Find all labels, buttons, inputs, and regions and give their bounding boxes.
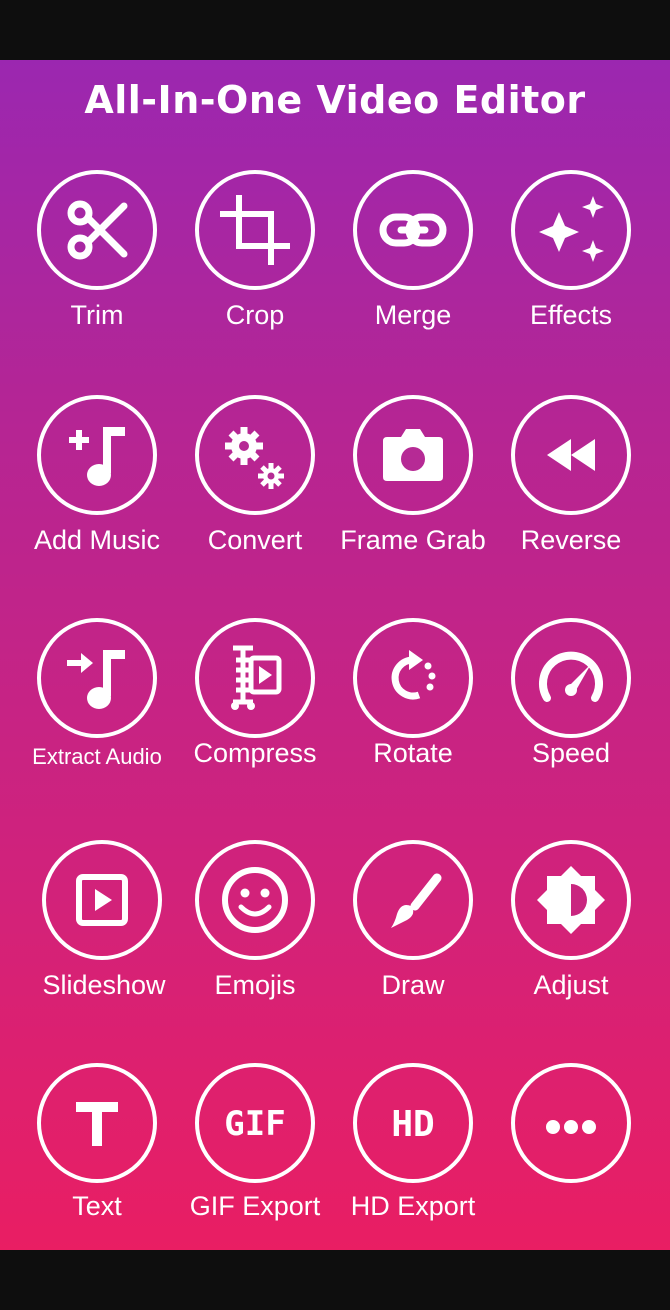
- tool-speed[interactable]: Speed: [494, 618, 654, 808]
- gears-icon: [195, 395, 315, 515]
- tool-compress[interactable]: Compress: [178, 618, 338, 808]
- tool-add-music[interactable]: Add Music: [20, 395, 180, 585]
- tool-label: Text: [72, 1191, 122, 1221]
- tool-label: Trim: [70, 300, 124, 330]
- tool-draw[interactable]: Draw: [336, 840, 496, 1030]
- tool-hd-export[interactable]: HD HD Export: [336, 1063, 496, 1253]
- gif-icon: GIF: [195, 1063, 315, 1183]
- tool-label: Frame Grab: [340, 525, 486, 555]
- speedometer-icon: [511, 618, 631, 738]
- tool-label: Effects: [529, 300, 613, 330]
- tool-label: Convert: [207, 525, 303, 555]
- tool-label: Emojis: [214, 970, 296, 1000]
- smiley-icon: [195, 840, 315, 960]
- tool-effects[interactable]: Effects: [494, 170, 654, 360]
- tool-label: GIF Export: [189, 1191, 321, 1221]
- crop-icon: [195, 170, 315, 290]
- tool-slideshow[interactable]: Slideshow: [20, 840, 180, 1030]
- rewind-icon: [511, 395, 631, 515]
- tool-more[interactable]: [494, 1063, 654, 1253]
- tool-convert[interactable]: Convert: [178, 395, 338, 585]
- scissors-icon: [37, 170, 157, 290]
- tool-label: Draw: [381, 970, 445, 1000]
- more-icon: [511, 1063, 631, 1183]
- tool-label: Add Music: [33, 525, 161, 555]
- tool-reverse[interactable]: Reverse: [494, 395, 654, 585]
- tool-label: Extract Audio: [32, 744, 162, 769]
- tool-trim[interactable]: Trim: [20, 170, 180, 360]
- svg-text:HD: HD: [391, 1104, 434, 1145]
- tool-extract-audio[interactable]: Extract Audio: [20, 618, 180, 808]
- slideshow-icon: [42, 840, 162, 960]
- tool-label: HD Export: [350, 1191, 476, 1221]
- music-add-icon: [37, 395, 157, 515]
- tool-text[interactable]: Text: [20, 1063, 180, 1253]
- tool-frame-grab[interactable]: Frame Grab: [336, 395, 496, 585]
- tool-label: Speed: [531, 738, 611, 768]
- tool-label: Adjust: [533, 970, 609, 1000]
- tool-crop[interactable]: Crop: [178, 170, 338, 360]
- tool-rotate[interactable]: Rotate: [336, 618, 496, 808]
- compress-icon: [195, 618, 315, 738]
- tool-label: Rotate: [373, 738, 453, 768]
- camera-icon: [353, 395, 473, 515]
- rotate-icon: [353, 618, 473, 738]
- tool-label: Reverse: [520, 525, 622, 555]
- tool-emojis[interactable]: Emojis: [178, 840, 338, 1030]
- sparkles-icon: [511, 170, 631, 290]
- tool-adjust[interactable]: Adjust: [494, 840, 654, 1030]
- tool-label: Slideshow: [42, 970, 166, 1000]
- tool-label: Merge: [374, 300, 452, 330]
- text-icon: [37, 1063, 157, 1183]
- brightness-icon: [511, 840, 631, 960]
- app-title: All-In-One Video Editor: [84, 78, 586, 122]
- tool-label: Compress: [193, 738, 317, 768]
- brush-icon: [353, 840, 473, 960]
- link-icon: [353, 170, 473, 290]
- hd-icon: HD: [353, 1063, 473, 1183]
- tool-label: Crop: [225, 300, 285, 330]
- tool-gif-export[interactable]: GIF GIF Export: [178, 1063, 338, 1253]
- svg-text:GIF: GIF: [224, 1104, 285, 1144]
- tool-merge[interactable]: Merge: [336, 170, 496, 360]
- music-extract-icon: [37, 618, 157, 738]
